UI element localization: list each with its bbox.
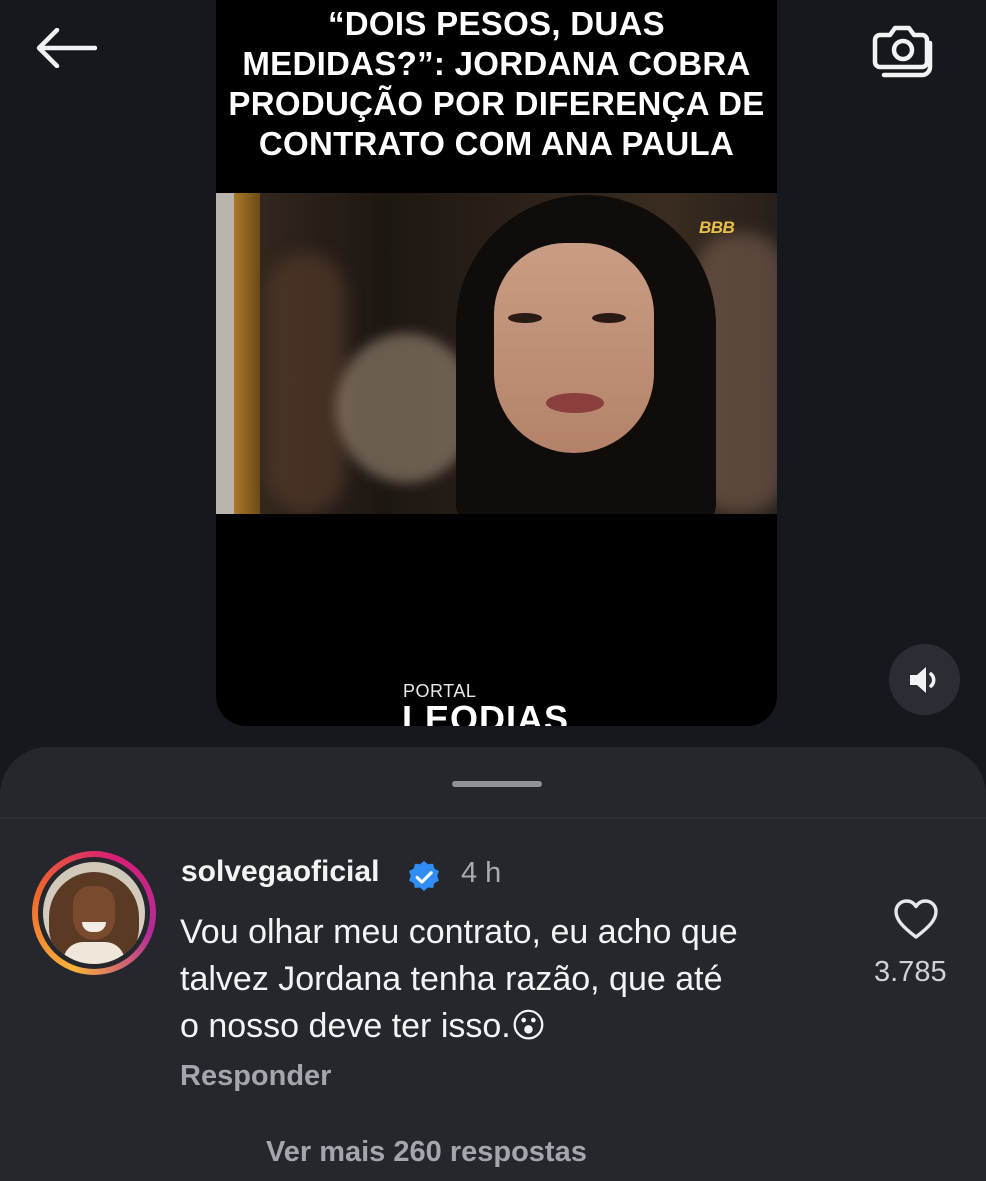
video-frame — [216, 193, 777, 514]
speaker-volume-icon — [909, 666, 935, 693]
video-post[interactable]: “DOIS PESOS, DUAS MEDIDAS?”: JORDANA COB… — [216, 0, 777, 726]
comments-sheet: solvegaoficial 4 h Vou olhar meu contrat… — [0, 747, 986, 1181]
reply-button[interactable]: Responder — [180, 1060, 331, 1093]
view-more-replies-button[interactable]: Ver mais 260 respostas — [266, 1136, 587, 1169]
comment-text: Vou olhar meu contrato, eu acho que talv… — [180, 913, 738, 1045]
camera-button[interactable] — [866, 12, 942, 88]
like-count: 3.785 — [874, 956, 947, 988]
avatar-story-ring[interactable] — [32, 851, 156, 975]
video-headline: “DOIS PESOS, DUAS MEDIDAS?”: JORDANA COB… — [228, 5, 765, 162]
verified-badge-icon — [409, 860, 439, 891]
comment-username[interactable]: solvegaoficial — [181, 855, 379, 889]
like-button[interactable] — [892, 895, 940, 943]
volume-button[interactable] — [889, 644, 960, 715]
bbb-watermark: BBB — [699, 218, 735, 237]
back-button[interactable] — [30, 20, 102, 76]
camera-flip-icon — [872, 25, 933, 78]
brand-label-big: LEODIAS — [402, 698, 570, 727]
comment-timestamp: 4 h — [461, 857, 502, 889]
avatar — [43, 862, 145, 964]
drag-handle[interactable] — [452, 781, 542, 787]
arrow-left-icon — [36, 28, 97, 68]
heart-outline-icon — [894, 899, 938, 939]
